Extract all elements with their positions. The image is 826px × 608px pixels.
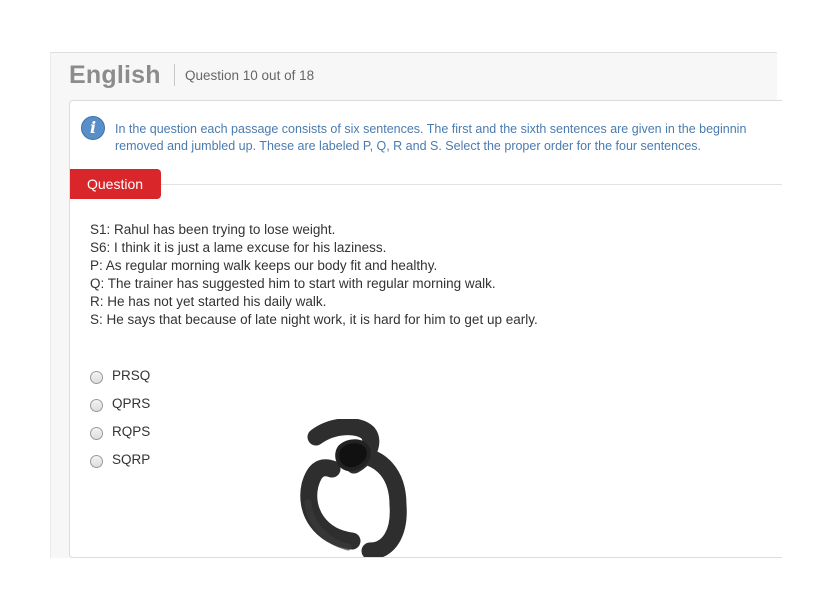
option-label[interactable]: SQRP (112, 452, 150, 467)
instructions-line-1: In the question each passage consists of… (115, 122, 747, 136)
option-qprs[interactable]: QPRS (90, 395, 210, 423)
passage: S1: Rahul has been trying to lose weight… (90, 221, 538, 329)
passage-line: P: As regular morning walk keeps our bod… (90, 258, 438, 273)
passage-line: S6: I think it is just a lame excuse for… (90, 240, 387, 255)
radio-button[interactable] (90, 371, 103, 384)
info-icon: i (81, 116, 105, 140)
question-tab: Question (70, 169, 161, 199)
option-rqps[interactable]: RQPS (90, 423, 210, 451)
passage-line: S1: Rahul has been trying to lose weight… (90, 222, 336, 237)
question-counter: Question 10 out of 18 (185, 68, 315, 83)
option-label[interactable]: QPRS (112, 396, 150, 411)
radio-button[interactable] (90, 427, 103, 440)
option-label[interactable]: RQPS (112, 424, 150, 439)
option-label[interactable]: PRSQ (112, 368, 150, 383)
subject-title: English (69, 61, 161, 89)
radio-button[interactable] (90, 399, 103, 412)
passage-line: S: He says that because of late night wo… (90, 312, 538, 327)
instructions-line-2: removed and jumbled up. These are labele… (115, 139, 701, 153)
passage-line: Q: The trainer has suggested him to star… (90, 276, 496, 291)
question-tab-divider (161, 184, 782, 185)
radio-button[interactable] (90, 455, 103, 468)
pen-scribble-mark (300, 419, 407, 557)
passage-line: R: He has not yet started his daily walk… (90, 294, 327, 309)
question-card: i In the question each passage consists … (69, 100, 782, 558)
instructions: In the question each passage consists of… (115, 121, 782, 155)
answer-options: PRSQ QPRS RQPS SQRP (90, 367, 210, 479)
option-prsq[interactable]: PRSQ (90, 367, 210, 395)
exam-panel: English Question 10 out of 18 i In the q… (50, 52, 782, 558)
option-sqrp[interactable]: SQRP (90, 451, 210, 479)
header-divider (174, 64, 175, 86)
